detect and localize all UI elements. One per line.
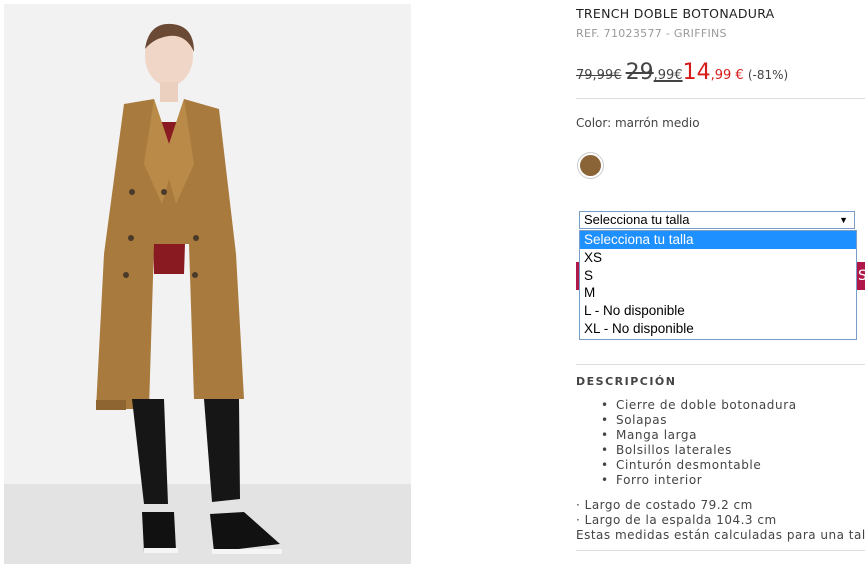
- product-title: TRENCH DOBLE BOTONADURA: [576, 6, 775, 21]
- price-original: 79,99€: [576, 68, 622, 83]
- size-option[interactable]: S: [580, 267, 856, 285]
- size-select[interactable]: Selecciona tu talla ▼: [579, 211, 855, 229]
- list-item: Solapas: [601, 413, 797, 428]
- measurements: · Largo de costado 79.2 cm · Largo de la…: [576, 498, 865, 543]
- add-to-bag-button[interactable]: S: [856, 262, 865, 290]
- size-option[interactable]: Selecciona tu talla: [580, 231, 856, 249]
- size-option[interactable]: XS: [580, 249, 856, 267]
- product-photo[interactable]: [4, 4, 411, 564]
- divider: [576, 364, 865, 365]
- measure-line: · Largo de costado 79.2 cm: [576, 498, 753, 512]
- measure-line: Estas medidas están calculadas para una …: [576, 528, 865, 542]
- color-swatch[interactable]: [580, 155, 601, 176]
- price-block: 79,99€ 29,99€14,99 € (-81%): [576, 60, 788, 85]
- list-item: Manga larga: [601, 428, 797, 443]
- product-ref: REF. 71023577 - GRIFFINS: [576, 27, 727, 40]
- description-heading: DESCRIPCIÓN: [576, 375, 677, 388]
- divider: [576, 98, 865, 99]
- size-select-value: Selecciona tu talla: [584, 212, 690, 227]
- size-option[interactable]: M: [580, 284, 856, 302]
- size-option[interactable]: L - No disponible: [580, 302, 856, 320]
- description-list: Cierre de doble botonadura Solapas Manga…: [601, 398, 797, 488]
- price-current: 14,99 €: [682, 60, 744, 85]
- discount-badge: (-81%): [747, 68, 789, 82]
- price-previous: 29,99€: [625, 60, 683, 85]
- list-item: Forro interior: [601, 473, 797, 488]
- product-info: TRENCH DOBLE BOTONADURA REF. 71023577 - …: [576, 0, 865, 563]
- dropdown-arrow-icon: ▼: [839, 215, 848, 225]
- list-item: Cinturón desmontable: [601, 458, 797, 473]
- size-option[interactable]: XL - No disponible: [580, 320, 856, 338]
- divider: [576, 550, 865, 551]
- color-label: Color: marrón medio: [576, 116, 700, 130]
- measure-line: · Largo de la espalda 104.3 cm: [576, 513, 777, 527]
- list-item: Cierre de doble botonadura: [601, 398, 797, 413]
- size-dropdown-list: Selecciona tu talla XS S M L - No dispon…: [579, 230, 857, 340]
- list-item: Bolsillos laterales: [601, 443, 797, 458]
